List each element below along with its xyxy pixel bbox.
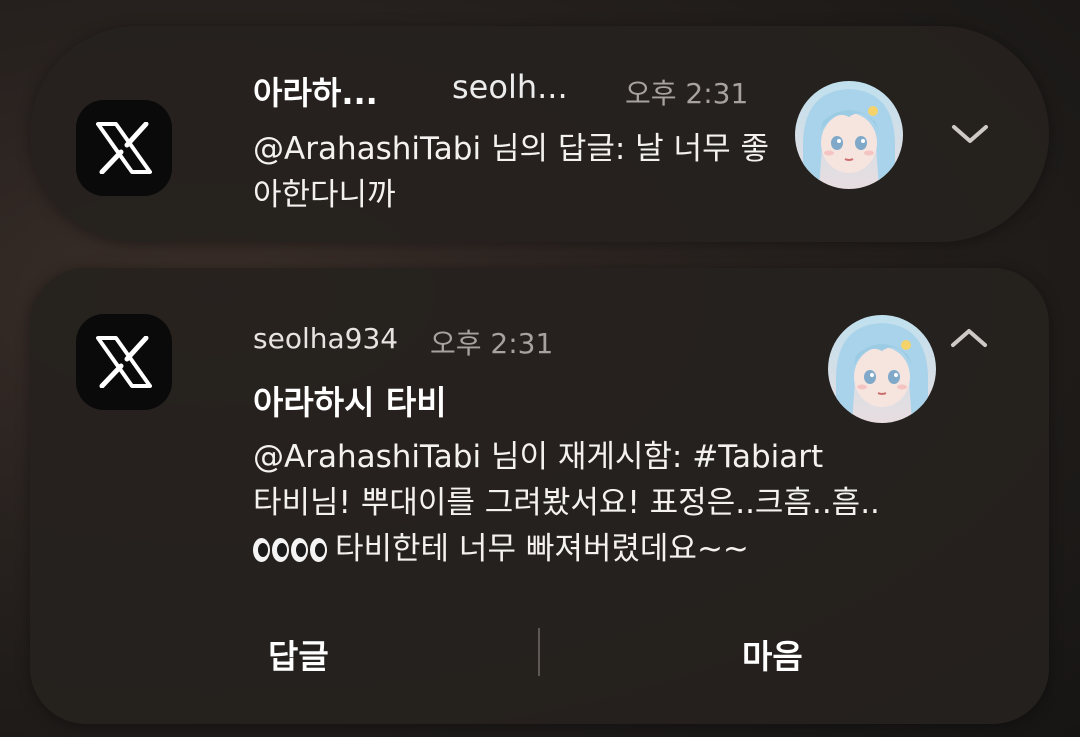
body-line-text: 타비한테 너무 빠져버렸데요~~	[335, 531, 749, 567]
like-button[interactable]: 마음	[742, 630, 803, 678]
chevron-up-icon[interactable]	[949, 326, 989, 350]
x-logo-icon	[96, 336, 152, 388]
chevron-down-icon[interactable]	[950, 122, 990, 146]
body-line: 타비님! 뿌대이를 그려봤서요! 표정은..크흠..흠..	[253, 485, 880, 521]
x-logo-icon	[96, 122, 152, 174]
body-line-with-emoji: 타비한테 너무 빠져버렸데요~~	[253, 526, 1013, 572]
avatar	[795, 81, 903, 189]
body-line: @ArahashiTabi 님이 재게시함: #Tabiart	[253, 439, 824, 475]
notification-title: 아라하...	[253, 74, 378, 112]
reply-button[interactable]: 답글	[268, 630, 329, 678]
notification-card-expanded[interactable]: seolha934 오후 2:31 아라하시 타비 @ArahashiTabi …	[30, 268, 1049, 724]
notification-card-collapsed[interactable]: 아라하... seolh... 오후 2:31 @ArahashiTabi 님의…	[30, 26, 1049, 242]
x-app-icon	[76, 100, 172, 196]
notification-username: seolh...	[452, 68, 568, 106]
x-app-icon	[76, 314, 172, 410]
notification-title: 아라하시 타비	[253, 383, 447, 422]
avatar	[828, 315, 936, 423]
notification-body: @ArahashiTabi 님의 답글: 날 너무 좋아한다니까	[253, 131, 769, 213]
eyes-emoji-icon	[253, 538, 327, 562]
notification-username: seolha934	[253, 322, 399, 355]
notification-body: @ArahashiTabi 님이 재게시함: #Tabiart 타비님! 뿌대이…	[253, 434, 1013, 572]
action-divider	[538, 628, 540, 676]
notification-time: 오후 2:31	[625, 77, 749, 110]
notification-time: 오후 2:31	[430, 327, 554, 360]
